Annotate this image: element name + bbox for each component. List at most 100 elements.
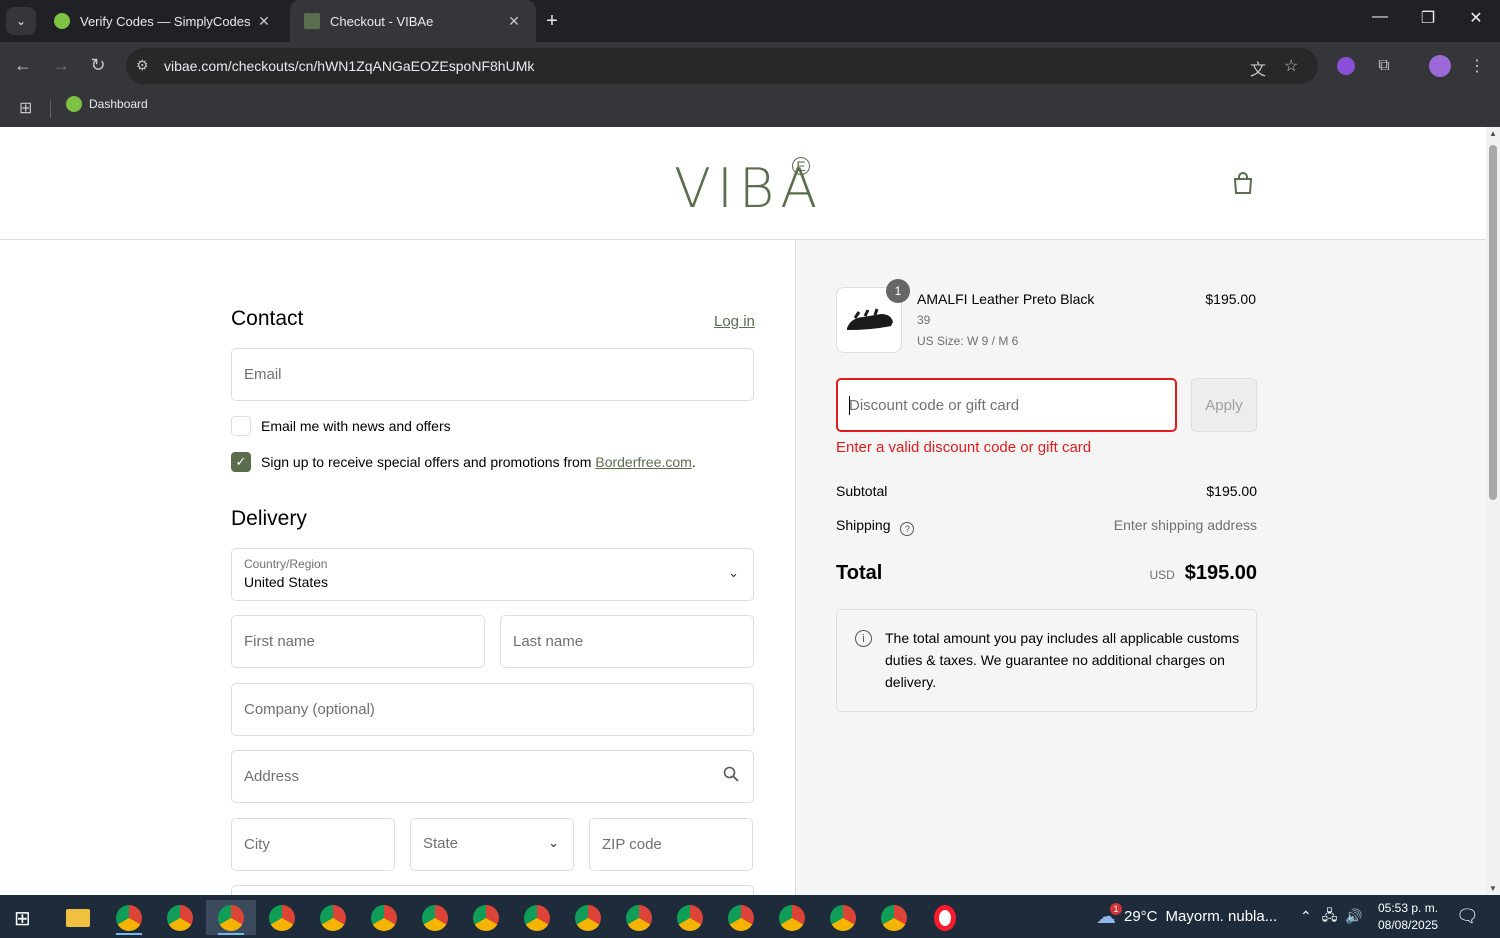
minimize-icon[interactable]: — [1365, 8, 1395, 26]
menu-kebab-icon[interactable]: ⋮ [1465, 54, 1489, 78]
chrome-profile-icon[interactable] [614, 900, 664, 935]
bookmark-star-icon[interactable]: ☆ [1284, 56, 1298, 76]
tab-strip: ⌄ Verify Codes — SimplyCodes ✕ Checkout … [0, 0, 1500, 42]
file-explorer-icon[interactable] [53, 900, 103, 935]
first-name-field[interactable]: First name [231, 615, 485, 668]
address-bar[interactable]: ⚙ vibae.com/checkouts/cn/hWN1ZqANGaEOZEs… [126, 48, 1318, 84]
extensions-puzzle-icon[interactable]: ⧉ [1372, 54, 1396, 78]
company-field[interactable]: Company (optional) [231, 683, 754, 736]
opera-icon[interactable] [920, 900, 970, 935]
bookmark-label: Dashboard [89, 97, 148, 111]
subtotal-label: Subtotal [836, 483, 888, 499]
address-field[interactable]: Address [231, 750, 754, 803]
promo-checkbox[interactable]: ✓ Sign up to receive special offers and … [231, 452, 696, 472]
tab-checkout[interactable]: Checkout - VIBAe ✕ [290, 0, 536, 42]
product-price: $195.00 [1205, 291, 1256, 307]
city-field[interactable]: City [231, 818, 395, 871]
url-text: vibae.com/checkouts/cn/hWN1ZqANGaEOZEspo… [164, 58, 535, 74]
apps-grid-icon[interactable]: ⊞ [19, 98, 32, 118]
discount-input[interactable]: Discount code or gift card [836, 378, 1177, 432]
promo-label-suffix: . [691, 454, 696, 470]
forward-icon[interactable]: → [49, 55, 73, 76]
subtotal-value: $195.00 [1206, 483, 1257, 499]
email-placeholder: Email [244, 366, 282, 383]
borderfree-link[interactable]: Borderfree.com [595, 454, 691, 470]
weather-temp: 29°C [1124, 908, 1158, 925]
chrome-profile-icon[interactable] [308, 900, 358, 935]
volume-icon[interactable]: 🔊 [1345, 908, 1362, 925]
weather-widget[interactable]: ☁ 1 29°C Mayorm. nubla... [1096, 895, 1277, 938]
tab-search-button[interactable]: ⌄ [6, 7, 36, 35]
country-label: Country/Region [244, 557, 328, 571]
viba-favicon-icon [304, 13, 320, 29]
state-select[interactable]: State ⌄ [410, 818, 574, 871]
chrome-profile-icon[interactable] [767, 900, 817, 935]
total-row: Total USD $195.00 [836, 562, 1257, 588]
email-field[interactable]: Email [231, 348, 754, 401]
scroll-down-icon[interactable]: ▼ [1489, 884, 1497, 893]
chrome-profile-icon[interactable] [512, 900, 562, 935]
chevron-down-icon: ⌄ [728, 565, 739, 580]
notification-icon[interactable]: 🗨 [1456, 895, 1479, 938]
discount-placeholder: Discount code or gift card [849, 397, 1020, 414]
site-info-icon[interactable]: ⚙ [136, 57, 149, 74]
total-label: Total [836, 562, 883, 584]
clock-time: 05:53 p. m. [1378, 901, 1439, 915]
apply-button[interactable]: Apply [1191, 378, 1257, 432]
promo-checkbox-label: Sign up to receive special offers and pr… [261, 454, 596, 470]
chrome-profile-icon[interactable] [206, 900, 256, 935]
bookmarks-bar: ⊞ Dashboard [0, 90, 1500, 127]
shopping-bag-icon[interactable] [1232, 171, 1254, 200]
back-icon[interactable]: ← [11, 55, 35, 76]
last-name-field[interactable]: Last name [500, 615, 754, 668]
chrome-profile-icon[interactable] [869, 900, 919, 935]
profile-avatar-icon[interactable] [1428, 54, 1452, 78]
country-select[interactable]: Country/Region United States ⌄ [231, 548, 754, 601]
chrome-profile-icon[interactable] [716, 900, 766, 935]
chrome-profile-icon[interactable] [359, 900, 409, 935]
new-tab-button[interactable]: + [540, 10, 564, 33]
chrome-profile-icon[interactable] [665, 900, 715, 935]
chrome-profile-icon[interactable] [155, 900, 205, 935]
chrome-profile-icon[interactable] [104, 900, 154, 935]
clock[interactable]: 05:53 p. m. 08/08/2025 [1378, 900, 1438, 934]
chrome-profile-icon[interactable] [257, 900, 307, 935]
next-field-partial[interactable] [231, 885, 754, 895]
tab-simplycodes[interactable]: Verify Codes — SimplyCodes ✕ [40, 0, 286, 42]
state-placeholder: State [423, 835, 459, 852]
simplycodes-favicon-icon [54, 13, 70, 29]
dashboard-favicon-icon [66, 96, 82, 112]
translate-icon[interactable]: 文 [1250, 56, 1266, 80]
chrome-profile-icon[interactable] [563, 900, 613, 935]
close-tab-icon[interactable]: ✕ [256, 13, 272, 30]
windows-start-icon[interactable]: ⊞ [14, 906, 31, 931]
bookmark-dashboard[interactable]: Dashboard [66, 96, 148, 112]
close-window-icon[interactable]: ✕ [1461, 8, 1491, 28]
chrome-profile-icon[interactable] [461, 900, 511, 935]
news-checkbox[interactable]: Email me with news and offers [231, 416, 451, 436]
checkbox-box[interactable] [231, 416, 251, 436]
subtotal-row: Subtotal $195.00 [836, 483, 1257, 499]
network-icon[interactable]: 🖧 [1322, 905, 1338, 929]
checkout-form: Contact Log in Email Email me with news … [0, 240, 795, 895]
running-indicator [116, 933, 142, 935]
reload-icon[interactable]: ↻ [86, 55, 110, 76]
scroll-up-icon[interactable]: ▲ [1489, 129, 1497, 138]
chevron-up-icon[interactable]: ⌃ [1300, 908, 1312, 925]
checkmark-icon[interactable]: ✓ [231, 452, 251, 472]
chrome-profile-icon[interactable] [410, 900, 460, 935]
total-value: $195.00 [1184, 562, 1257, 584]
bookmarks-divider [50, 100, 51, 118]
country-value: United States [244, 574, 329, 590]
order-summary: 1 AMALFI Leather Preto Black 39 US Size:… [795, 240, 1486, 895]
close-tab-icon[interactable]: ✕ [506, 13, 522, 30]
extension-simplycodes-icon[interactable] [1334, 54, 1358, 78]
restore-icon[interactable]: ❐ [1413, 8, 1443, 28]
zip-field[interactable]: ZIP code [589, 818, 753, 871]
contact-heading: Contact [231, 307, 304, 330]
chrome-profile-icon[interactable] [818, 900, 868, 935]
page-scrollbar[interactable]: ▲ ▼ [1486, 127, 1500, 895]
help-circle-icon[interactable]: ? [900, 522, 915, 536]
login-link[interactable]: Log in [714, 313, 755, 330]
scrollbar-thumb[interactable] [1489, 145, 1497, 500]
